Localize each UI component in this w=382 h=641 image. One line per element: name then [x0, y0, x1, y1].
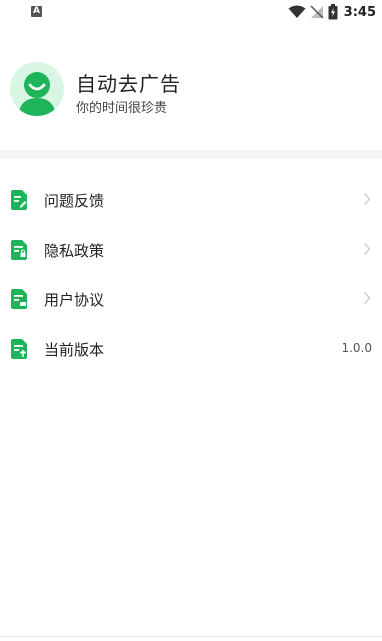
- no-signal-icon: [310, 5, 324, 19]
- bottom-divider: [0, 636, 382, 637]
- menu-item-label: 当前版本: [44, 340, 105, 359]
- status-icons: 3:45: [288, 3, 376, 21]
- chevron-right-icon: [364, 292, 371, 304]
- app-subtitle: 你的时间很珍贵: [76, 101, 168, 116]
- section-divider: [0, 150, 382, 159]
- menu-item-privacy-policy[interactable]: 隐私政策: [0, 226, 382, 276]
- status-bar: A 3:45: [0, 0, 382, 24]
- menu-item-label: 问题反馈: [44, 192, 105, 210]
- chevron-right-icon: [364, 193, 371, 205]
- settings-menu: 问题反馈 隐私政策 用户协议 当前版本 1.0.0: [0, 176, 382, 374]
- menu-item-feedback[interactable]: 问题反馈: [0, 176, 382, 226]
- menu-item-label: 用户协议: [44, 291, 105, 309]
- app-title: 自动去广告: [76, 72, 181, 96]
- agreement-doc-icon: [11, 289, 27, 309]
- battery-charging-icon: [328, 4, 338, 20]
- keyboard-indicator-icon: A: [31, 6, 42, 17]
- wifi-icon: [288, 5, 306, 18]
- menu-item-user-agreement[interactable]: 用户协议: [0, 275, 382, 325]
- menu-item-current-version[interactable]: 当前版本 1.0.0: [0, 325, 382, 375]
- version-doc-icon: [11, 338, 27, 359]
- profile-header: 自动去广告 你的时间很珍贵: [0, 60, 382, 122]
- version-value: 1.0.0: [341, 340, 372, 355]
- feedback-doc-icon: [11, 190, 27, 210]
- status-time: 3:45: [343, 4, 376, 20]
- menu-item-label: 隐私政策: [44, 241, 105, 260]
- privacy-doc-icon: [11, 239, 27, 260]
- smiley-avatar-icon: [10, 62, 64, 116]
- chevron-right-icon: [364, 242, 371, 255]
